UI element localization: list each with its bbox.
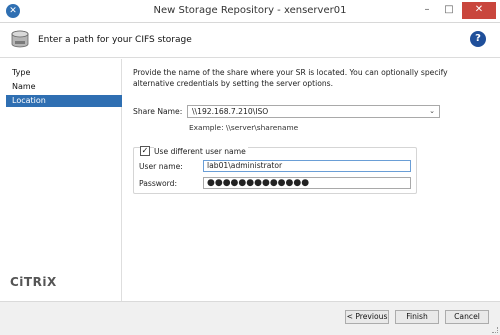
previous-button[interactable]: < Previous [345,310,389,324]
page-heading: Enter a path for your CIFS storage [38,35,192,45]
resize-grip[interactable] [492,327,498,333]
maximize-button[interactable]: □ [438,2,460,19]
share-name-combobox[interactable]: \\192.168.7.210\ISO ⌄ [187,105,440,118]
sidebar-item-location[interactable]: Location [6,95,122,107]
title-bar: ✕ New Storage Repository - xenserver01 –… [0,0,500,23]
share-name-label: Share Name: [133,107,183,116]
sidebar-item-type[interactable]: Type [6,67,116,79]
wizard-header: Enter a path for your CIFS storage ? [0,23,500,58]
location-description: Provide the name of the share where your… [133,68,448,88]
storage-repository-icon [11,30,29,48]
use-different-user-label[interactable]: Use different user name [154,147,248,156]
share-name-value: \\192.168.7.210\ISO [192,107,269,116]
use-different-user-checkbox[interactable]: ✓ [140,146,150,156]
share-example-text: Example: \\server\sharename [189,123,299,132]
password-input[interactable]: ●●●●●●●●●●●●● [203,177,411,189]
chevron-down-icon[interactable]: ⌄ [429,106,435,117]
citrix-logo: CiTRiX [10,275,57,289]
location-panel: Provide the name of the share where your… [123,59,500,301]
sidebar-item-name[interactable]: Name [6,81,116,93]
minimize-button[interactable]: – [416,2,438,19]
cancel-button[interactable]: Cancel [445,310,489,324]
finish-button[interactable]: Finish [395,310,439,324]
password-label: Password: [139,179,178,188]
username-input[interactable]: lab01\administrator [203,160,411,172]
help-icon[interactable]: ? [470,31,486,47]
username-label: User name: [139,162,183,171]
wizard-steps-sidebar: Type Name Location CiTRiX [0,59,122,301]
close-button[interactable]: ✕ [462,2,496,19]
wizard-footer: < Previous Finish Cancel [0,301,500,335]
